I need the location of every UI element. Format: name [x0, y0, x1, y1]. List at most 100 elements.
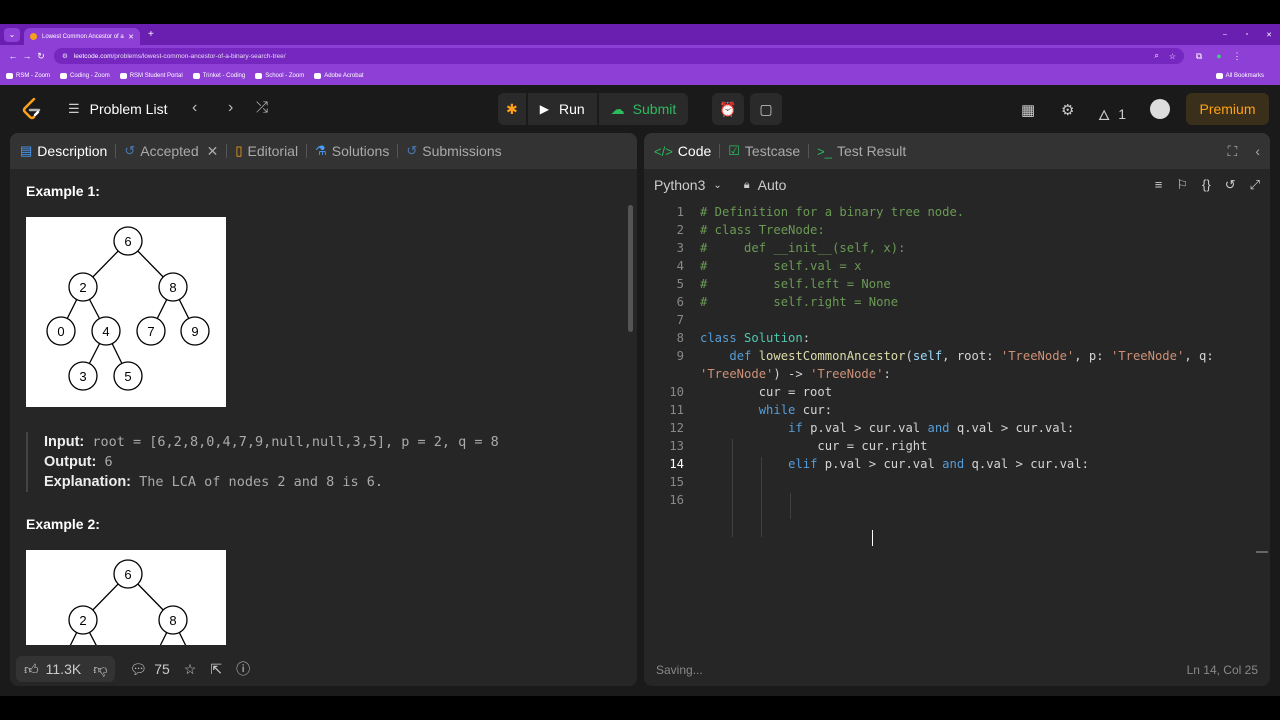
chevron-down-icon: ⌄ [713, 179, 722, 191]
tree-node: 5 [124, 369, 131, 384]
tab-solutions[interactable]: ⚗ Solutions [315, 143, 389, 159]
layout-icon[interactable]: ▦ [1021, 101, 1035, 119]
bookmark-star-icon[interactable]: ☆ [1169, 52, 1176, 61]
all-bookmarks-button[interactable]: All Bookmarks [1215, 73, 1264, 79]
line-number: 2 [676, 223, 684, 237]
bookmark-item[interactable]: RSM Student Portal [119, 73, 183, 79]
expand-icon[interactable]: ⤢ [1250, 177, 1260, 193]
back-icon[interactable]: ← [6, 51, 20, 61]
tab-test-result[interactable]: >_ Test Result [817, 143, 906, 159]
close-tab-icon[interactable]: ✕ [207, 143, 219, 160]
streak-counter[interactable]: 🜂 1 [1098, 99, 1126, 128]
comment-icon: 💬︎ [129, 660, 148, 677]
language-select[interactable]: Python3 ⌄ [654, 177, 722, 193]
scrollbar[interactable] [628, 205, 633, 332]
tree-node: 3 [79, 369, 86, 384]
tree-diagram: 6 2 8 0 4 7 9 3 5 [26, 217, 226, 407]
help-icon[interactable]: ⓘ [236, 659, 250, 679]
comments-button[interactable]: 💬︎ 75 [129, 661, 169, 678]
tab-submissions[interactable]: ↺ Submissions [406, 143, 501, 159]
restore-icon[interactable]: ▫ [1236, 31, 1258, 38]
leetcode-logo-icon[interactable] [22, 98, 42, 120]
collapse-icon[interactable]: ‹ [1255, 143, 1260, 159]
share-icon[interactable]: ⇱ [210, 661, 222, 678]
reload-icon[interactable]: ↻ [34, 51, 48, 62]
line-number: 7 [676, 313, 684, 327]
right-tabs: </> Code ☑ Testcase >_ Test Result ⛶ ‹ [644, 133, 1270, 169]
thumbs-up-icon[interactable]: 👍︎ [24, 661, 39, 678]
divider [808, 144, 810, 158]
indent-guide [790, 493, 791, 519]
line-number: 16 [669, 493, 684, 507]
like-dislike-group: 👍︎ 11.3K 👎︎ [16, 656, 116, 682]
code-panel: </> Code ☑ Testcase >_ Test Result ⛶ ‹ Pyth… [644, 133, 1270, 686]
tab-accepted[interactable]: ↺ Accepted ✕ [124, 143, 218, 160]
fullscreen-icon[interactable]: ⛶ [1228, 143, 1238, 160]
premium-button[interactable]: Premium [1186, 93, 1269, 125]
problem-list-button[interactable]: ☰ Problem List [68, 101, 167, 117]
zoom-icon[interactable]: ⌕ [1154, 51, 1158, 61]
bookmark-item[interactable]: RSM - Zoom [6, 73, 50, 79]
format-icon[interactable]: ≡ [1155, 177, 1163, 193]
editor-status-bar: Saving... Ln 14, Col 25 [644, 654, 1270, 686]
tab-search-icon[interactable]: ⌄ [4, 27, 20, 42]
tab-description[interactable]: ▤ Description [20, 143, 107, 159]
streak-count: 1 [1118, 105, 1127, 122]
extensions-icon[interactable]: ⧉ [1192, 51, 1206, 62]
submit-button[interactable]: ☁ Submit [598, 93, 689, 125]
url-path: /problems/lowest-common-ancestor-of-a-bi… [112, 52, 286, 60]
browser-menu-icon[interactable]: ⋮ [1230, 51, 1244, 62]
cloud-upload-icon: ☁ [610, 100, 625, 117]
close-window-icon[interactable]: ✕ [1258, 31, 1280, 39]
alarm-icon: ⏰ [719, 100, 737, 117]
portal-icon [119, 73, 127, 79]
browser-tab[interactable]: Lowest Common Ancestor of a ✕ [24, 28, 140, 45]
description-panel: ▤ Description ↺ Accepted ✕ ▯ Editorial ⚗ Solu… [10, 133, 637, 686]
tree-diagram-clip: 6 2 8 [26, 532, 609, 645]
tab-testcase[interactable]: ☑ Testcase [728, 143, 800, 159]
address-bar[interactable]: ⚙ leetcode.com/problems/lowest-common-an… [54, 48, 1184, 64]
bookmark-icon[interactable]: ⚐ [1176, 177, 1188, 193]
shuffle-icon[interactable]: ⤮ [256, 99, 268, 116]
prev-problem-icon[interactable]: ‹ [192, 99, 197, 117]
thumbs-down-icon[interactable]: 👎︎ [93, 661, 107, 678]
bookmark-item[interactable]: Trinket - Coding [192, 73, 245, 79]
minimize-icon[interactable]: – [1214, 31, 1236, 38]
code-line: # self.val = x [700, 259, 862, 273]
auto-mode[interactable]: 🔒︎ Auto [744, 177, 787, 193]
bookmark-item[interactable]: School - Zoom [255, 73, 304, 79]
tab-close-icon[interactable]: ✕ [128, 33, 134, 41]
history-icon: ↺ [124, 143, 136, 158]
debug-button[interactable]: ✱ [498, 93, 526, 125]
bookmark-item[interactable]: Coding - Zoom [60, 73, 110, 79]
example-input: root = [6,2,8,0,4,7,9,null,null,3,5], p … [92, 434, 499, 450]
description-footer: 👍︎ 11.3K 👎︎ 💬︎ 75 ☆ ⇱ ⓘ [10, 652, 637, 686]
settings-gear-icon[interactable]: ⚙ [1061, 101, 1074, 119]
new-tab-button[interactable]: + [148, 29, 154, 40]
tab-code[interactable]: </> Code [654, 143, 711, 159]
tab-editorial[interactable]: ▯ Editorial [235, 143, 298, 159]
timer-button[interactable]: ⏰ [712, 93, 744, 125]
code-editor[interactable]: 1 # Definition for a binary tree node. 2 # … [644, 201, 1270, 656]
code-line: if p.val > cur.val and q.val > cur.val: [788, 421, 1075, 435]
url-host: leetcode.com [73, 52, 113, 60]
forward-icon[interactable]: → [20, 51, 34, 61]
braces-icon[interactable]: {} [1202, 177, 1211, 193]
avatar[interactable] [1150, 99, 1170, 119]
profile-icon[interactable]: ● [1212, 51, 1226, 61]
trinket-icon [192, 73, 200, 79]
run-button[interactable]: ▶ Run [527, 93, 597, 125]
notes-button[interactable]: ▢ [750, 93, 782, 125]
example-explanation: The LCA of nodes 2 and 8 is 6. [139, 474, 383, 490]
favorite-star-icon[interactable]: ☆ [184, 661, 197, 678]
line-number: 1 [676, 205, 684, 219]
editor-icons: ≡ ⚐ {} ↺ ⤢ [1155, 177, 1260, 193]
next-problem-icon[interactable]: › [228, 99, 233, 117]
site-info-icon[interactable]: ⚙ [62, 52, 68, 60]
bug-icon: ✱ [506, 100, 518, 117]
reset-icon[interactable]: ↺ [1225, 177, 1236, 193]
tab-strip: ⌄ Lowest Common Ancestor of a ✕ + – ▫ ✕ [0, 24, 1280, 45]
list-icon: ☰ [68, 101, 80, 116]
bookmark-item[interactable]: Adobe Acrobat [314, 73, 364, 79]
like-count: 11.3K [45, 661, 82, 677]
